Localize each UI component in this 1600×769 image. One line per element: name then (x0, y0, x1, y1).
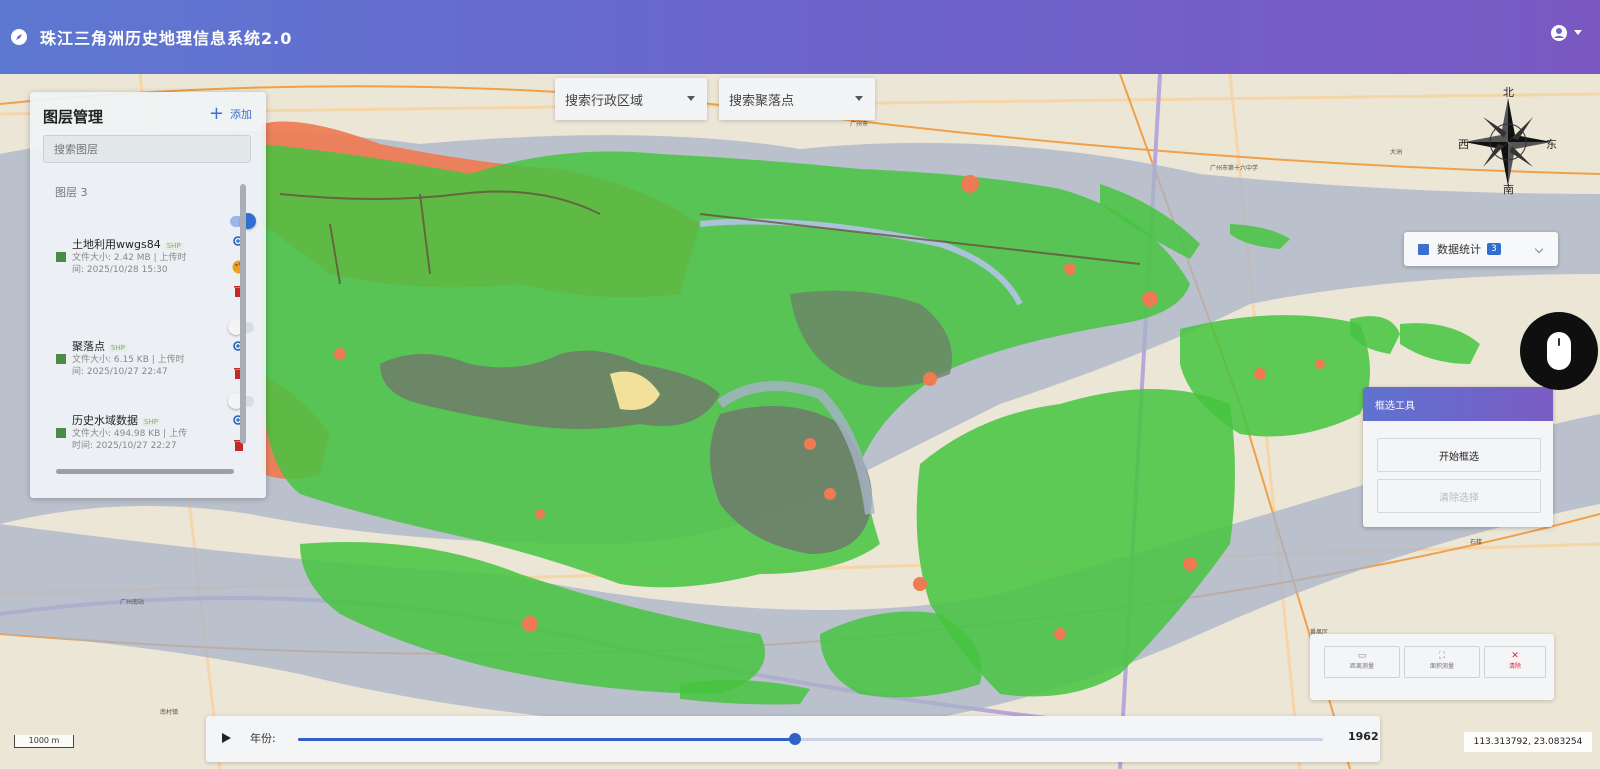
clear-measure-label: 清除 (1508, 663, 1521, 670)
layer-color-swatch (56, 354, 66, 364)
layer-type-badge: SHP (142, 418, 160, 426)
compass-west-label: 西 (1458, 138, 1469, 151)
mouse-icon (1547, 332, 1571, 370)
area-measure-label: 面积测量 (1429, 663, 1454, 670)
compass-south-label: 南 (1503, 183, 1514, 196)
compass-rose-icon (1464, 98, 1552, 186)
region-search-select[interactable]: 搜索行政区域 (555, 78, 707, 120)
layer-type-badge: SHP (109, 344, 127, 352)
play-icon[interactable] (222, 733, 231, 743)
svg-text:南村镇: 南村镇 (160, 708, 178, 716)
compass-east-label: 东 (1546, 138, 1557, 151)
close-icon: ✕ (1511, 651, 1519, 661)
layer-search-input[interactable] (43, 135, 251, 163)
area-select-icon: ⛶ (1438, 651, 1446, 661)
svg-text:大洲: 大洲 (1390, 148, 1402, 156)
svg-text:广州南站: 广州南站 (120, 598, 144, 606)
caret-down-icon (687, 96, 695, 101)
box-select-tool-title: 框选工具 (1363, 387, 1553, 421)
ruler-icon: ▭ (1357, 651, 1367, 661)
start-box-select-button[interactable]: 开始框选 (1377, 438, 1541, 472)
plus-icon: + (208, 103, 224, 124)
layer-name: 历史水域数据 SHP (72, 414, 160, 427)
compass-icon[interactable] (10, 28, 28, 46)
layer-name: 土地利用wwgs84 SHP (72, 238, 183, 251)
compass-north-label: 北 (1503, 86, 1514, 99)
mouse-indicator (1520, 312, 1598, 390)
data-stats-button[interactable]: 数据统计 3 (1404, 232, 1558, 266)
layer-color-swatch (56, 428, 66, 438)
layer-list-scrollbar-horizontal[interactable] (56, 469, 234, 474)
settlement-search-placeholder: 搜索聚落点 (729, 93, 795, 109)
box-select-tool-panel: 框选工具 开始框选 清除选择 (1363, 387, 1553, 527)
app-title: 珠江三角洲历史地理信息系统2.0 (40, 29, 293, 48)
data-stats-count-badge: 3 (1487, 243, 1501, 255)
layer-meta: 文件大小: 2.42 MB | 上传时间: 2025/10/28 15:30 (72, 253, 187, 275)
add-layer-button[interactable]: + 添加 (208, 103, 252, 124)
svg-text:广州市: 广州市 (850, 120, 868, 128)
layer-count: 图层 3 (55, 186, 88, 199)
layer-meta: 文件大小: 6.15 KB | 上传时间: 2025/10/27 22:47 (72, 355, 185, 377)
app-header: 珠江三角洲历史地理信息系统2.0 (0, 0, 1600, 74)
layer-list-scrollbar-vertical[interactable] (240, 184, 246, 444)
layer-type-badge: SHP (164, 242, 183, 250)
settlement-search-select[interactable]: 搜索聚落点 (719, 78, 875, 120)
data-stats-label: 数据统计 (1437, 243, 1481, 256)
add-layer-label: 添加 (230, 108, 252, 121)
layer-meta: 文件大小: 494.98 KB | 上传时间: 2025/10/27 22:27 (72, 429, 188, 451)
region-search-placeholder: 搜索行政区域 (565, 93, 644, 109)
chevron-down-icon[interactable] (1574, 30, 1582, 36)
cursor-coordinates: 113.313792, 23.083254 (1464, 732, 1592, 752)
layer-item: 土地利用wwgs84 SHP 文件大小: 2.42 MB | 上传时间: 2025… (56, 213, 256, 312)
year-label: 年份: (250, 732, 276, 745)
bar-chart-icon (1418, 243, 1429, 255)
area-measure-button[interactable]: ⛶ 面积测量 (1404, 646, 1480, 678)
svg-text:广州市第十六中学: 广州市第十六中学 (1210, 164, 1258, 172)
compass-rose: 北 南 东 西 (1458, 84, 1558, 196)
year-timeline: 年份: 1962 (206, 716, 1380, 762)
year-slider-fill (298, 738, 796, 741)
chevron-down-icon (1534, 244, 1544, 254)
account-circle-icon[interactable] (1550, 24, 1568, 42)
svg-text:石楼: 石楼 (1470, 538, 1482, 546)
layer-name: 聚落点 SHP (72, 340, 127, 353)
layer-panel-title: 图层管理 (43, 108, 104, 126)
year-slider-track[interactable] (298, 733, 1323, 745)
layer-panel: 图层管理 + 添加 图层 3 土地利用wwgs84SHP 文件大小: 2.42 … (30, 92, 266, 498)
layer-color-swatch (56, 252, 66, 262)
distance-measure-button[interactable]: ▭ 距离测量 (1324, 646, 1400, 678)
scale-bar: 1000 m (14, 735, 74, 748)
clear-measure-button[interactable]: ✕ 清除 (1484, 646, 1546, 678)
user-menu[interactable] (1550, 24, 1582, 42)
clear-selection-button[interactable]: 清除选择 (1377, 479, 1541, 513)
measure-tools-panel: ▭ 距离测量 ⛶ 面积测量 ✕ 清除 (1310, 634, 1554, 700)
caret-down-icon (855, 96, 863, 101)
year-value: 1962 (1348, 730, 1379, 743)
distance-measure-label: 距离测量 (1349, 663, 1374, 670)
year-slider-thumb[interactable] (789, 733, 802, 745)
